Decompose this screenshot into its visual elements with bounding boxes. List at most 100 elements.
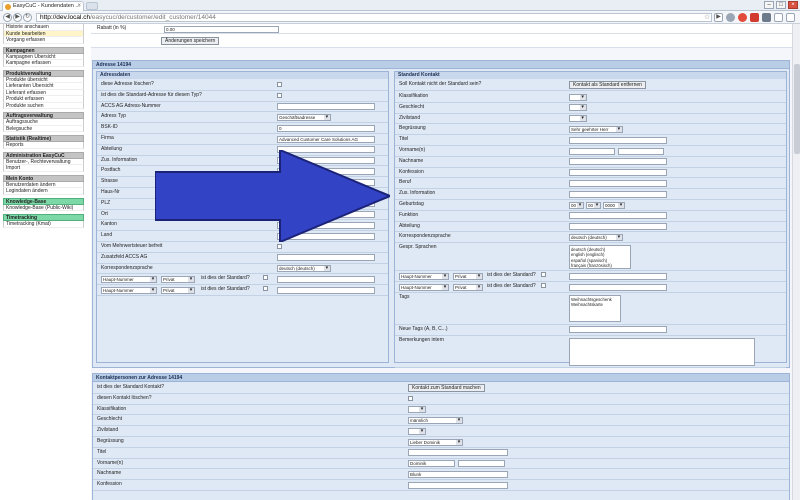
page-menu-icon[interactable] [774, 13, 783, 22]
phone-standard-checkbox[interactable] [263, 286, 268, 292]
phone-type-select[interactable]: Haupt-Nummer [101, 286, 157, 294]
sidebar-group-title: Mein Konto [3, 174, 84, 182]
select-dropdown[interactable]: deutsch (deutsch) [569, 233, 623, 241]
select-dropdown[interactable] [408, 406, 426, 414]
contact-row: Vorname(n) [395, 146, 786, 157]
tools-wrench-icon[interactable] [786, 13, 795, 22]
tab-title: EasyCuC - Kundendaten ... [13, 3, 80, 9]
birthday-select[interactable]: 0000 [603, 201, 625, 209]
phone-kind-select[interactable]: Privat [453, 272, 483, 280]
select-dropdown[interactable] [408, 427, 426, 435]
phone-standard-checkbox[interactable] [541, 283, 546, 288]
extension-red-icon[interactable] [738, 13, 747, 22]
standard-contact-panel: Standard Kontakt Soll Kontakt nicht der … [394, 71, 787, 368]
new-tags-input[interactable] [569, 326, 667, 334]
second-name-input[interactable] [458, 460, 505, 468]
contact-standard-button[interactable]: Kontakt als Standard entfernen [569, 81, 646, 89]
contact-standard-button[interactable]: Kontakt zum Standard machen [408, 384, 485, 392]
text-input[interactable] [569, 179, 667, 187]
select-dropdown[interactable]: deutsch (deutsch) [277, 265, 331, 273]
text-input[interactable] [277, 103, 375, 111]
text-input[interactable] [569, 158, 667, 166]
second-name-input[interactable] [618, 147, 664, 155]
go-arrow-icon[interactable]: ▶ [714, 13, 723, 22]
select-dropdown[interactable]: Lieber Dominik [408, 438, 463, 446]
birthday-select[interactable]: 00 [569, 201, 584, 209]
text-input[interactable] [569, 136, 667, 144]
tag-option[interactable]: Weihnachtskarte [571, 302, 619, 307]
extension-youtube-icon[interactable] [750, 13, 759, 22]
language-option[interactable]: français (französisch) [571, 263, 629, 268]
page-scrollbar[interactable] [792, 24, 800, 500]
phone-standard-checkbox[interactable] [263, 275, 268, 281]
checkbox[interactable] [277, 244, 282, 249]
checkbox[interactable] [277, 92, 282, 98]
languages-listbox[interactable]: deutsch (deutsch) english (englisch) españ… [569, 245, 631, 270]
scrollbar-thumb[interactable] [794, 64, 800, 154]
select-dropdown[interactable]: männlich [408, 416, 463, 424]
rabatt-input[interactable]: 0.00 [164, 26, 279, 33]
sidebar-item[interactable]: Belegsuche [3, 125, 84, 132]
phone-kind-select[interactable]: Privat [161, 286, 195, 294]
checkbox[interactable] [277, 82, 282, 87]
birthday-select[interactable]: 00 [586, 201, 601, 209]
back-arrow-icon[interactable]: ◀ [3, 13, 12, 22]
sidebar-item[interactable]: Produkte suchen [3, 102, 84, 109]
select-dropdown[interactable]: Geschäftsadresse [277, 113, 331, 121]
maximize-button[interactable]: □ [776, 1, 786, 9]
extension-gear-icon[interactable] [726, 13, 735, 22]
phone-number-input[interactable] [569, 283, 667, 291]
phone-type-select[interactable]: Haupt-Nummer [101, 275, 157, 283]
bookmark-star-icon[interactable]: ☆ [704, 13, 710, 21]
text-input[interactable] [569, 190, 667, 198]
forward-arrow-icon[interactable]: ▶ [13, 13, 22, 22]
select-dropdown[interactable] [569, 115, 587, 123]
sidebar-item[interactable]: Knowledge-Base (Public-Wiki) [3, 204, 84, 211]
checkbox[interactable] [408, 395, 413, 401]
url-field[interactable]: http://dev.local.ch/easycuc/de/customer/… [36, 13, 712, 22]
languages-row: Gespr. Sprachen deutsch (deutsch) english … [395, 243, 786, 272]
new-tab-button[interactable] [86, 2, 98, 10]
field-label: Ort [101, 210, 108, 217]
tab-close-icon[interactable]: × [77, 2, 81, 11]
phone-standard-checkbox[interactable] [541, 272, 546, 278]
phone-type-select[interactable]: Haupt-Nummer [399, 283, 449, 291]
sidebar-group-title: Administration EasyCuC [3, 151, 84, 159]
window-close-button[interactable]: × [788, 1, 798, 9]
sidebar-item[interactable]: Reports [3, 142, 84, 149]
minimize-button[interactable]: – [764, 1, 774, 9]
sidebar-item[interactable]: Import [3, 165, 84, 172]
reload-icon[interactable]: ↻ [23, 13, 32, 22]
phone-number-input[interactable] [277, 286, 375, 294]
save-changes-button[interactable]: Änderungen speichern [161, 37, 220, 45]
text-input[interactable]: Blunk [408, 470, 508, 478]
text-input[interactable] [569, 212, 667, 220]
phone-type-select[interactable]: Haupt-Nummer [399, 272, 449, 280]
select-dropdown[interactable] [569, 104, 587, 112]
first-name-input[interactable] [569, 147, 615, 155]
extension-mail-icon[interactable] [762, 13, 771, 22]
tags-listbox[interactable]: Weihnachtsgeschenk Weihnachtskarte [569, 294, 621, 322]
sidebar-item[interactable]: Vorgang erfassen [3, 37, 84, 44]
select-dropdown[interactable] [569, 93, 587, 101]
first-name-input[interactable]: Dominik [408, 460, 455, 468]
text-input[interactable] [408, 481, 508, 489]
phone-kind-select[interactable]: Privat [453, 283, 483, 291]
phone-number-input[interactable] [277, 275, 375, 283]
text-input[interactable]: 0 [277, 124, 375, 132]
text-input[interactable]: Advanced Customer Care Solutions AG [277, 135, 375, 143]
select-dropdown[interactable]: Sehr geehrter Herr [569, 125, 623, 133]
text-input[interactable] [277, 254, 375, 262]
phone-number-input[interactable] [569, 272, 667, 280]
sidebar-item[interactable]: Logindaten ändern [3, 188, 84, 195]
phone-kind-select[interactable]: Privat [161, 275, 195, 283]
field-label: Nachname [399, 157, 424, 164]
text-input[interactable] [569, 169, 667, 177]
text-input[interactable] [569, 223, 667, 231]
remarks-textarea[interactable] [569, 337, 755, 366]
browser-tab[interactable]: EasyCuC - Kundendaten ... × [2, 1, 84, 11]
sidebar-item[interactable]: Timetracking (Kmat) [3, 221, 84, 228]
text-input[interactable] [408, 449, 508, 457]
sidebar-item[interactable]: Kampagne erfassen [3, 60, 84, 67]
remarks-row: Bemerkungen intern [395, 336, 786, 368]
